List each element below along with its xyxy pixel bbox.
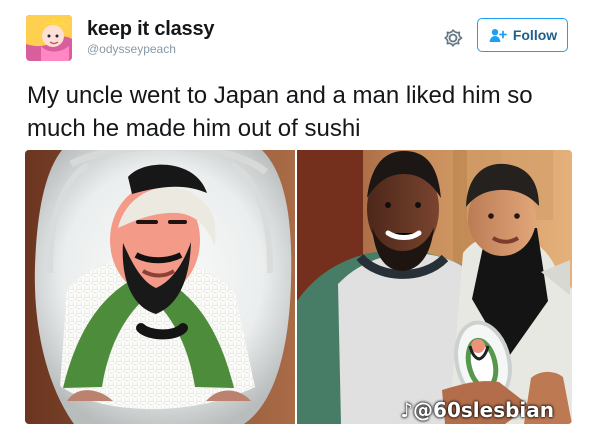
follow-button-label: Follow	[512, 27, 558, 43]
sushi-portrait-image[interactable]	[25, 150, 295, 424]
watermark: ♪@60slesbian	[400, 398, 554, 422]
watermark-text: @60slesbian	[413, 398, 554, 422]
tweet-card: keep it classy @odysseypeach Follow My u…	[0, 0, 600, 432]
follow-button[interactable]: Follow	[477, 18, 568, 52]
display-name[interactable]: keep it classy	[87, 18, 214, 41]
tweet-text: My uncle went to Japan and a man liked h…	[27, 82, 533, 142]
add-user-icon	[488, 28, 507, 43]
gear-icon[interactable]	[442, 27, 464, 49]
two-men-photo[interactable]: ♪@60slesbian	[297, 150, 572, 424]
user-handle[interactable]: @odysseypeach	[87, 42, 176, 56]
tiktok-icon: ♪	[400, 398, 414, 422]
tweet-media[interactable]: ♪@60slesbian	[25, 150, 572, 424]
avatar[interactable]	[26, 15, 72, 61]
